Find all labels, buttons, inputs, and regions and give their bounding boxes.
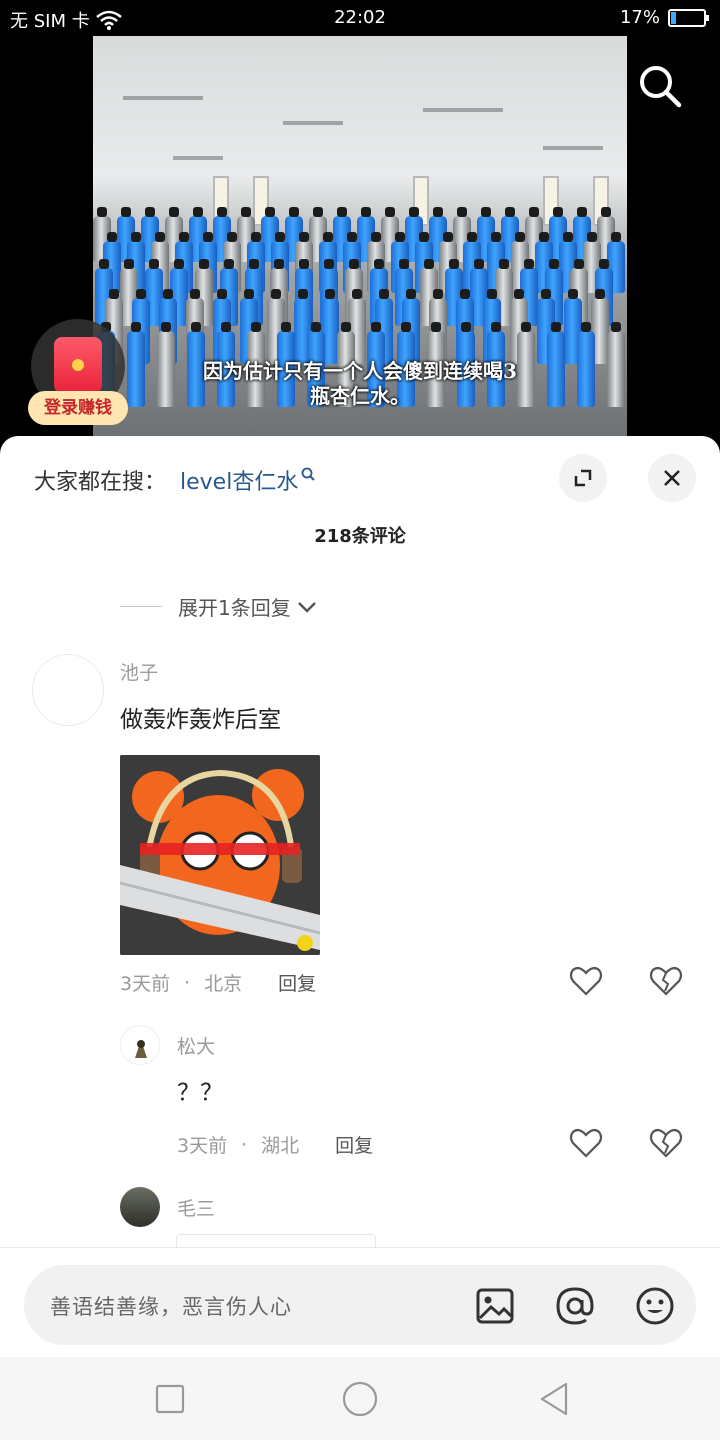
hot-search-link[interactable]: level杏仁水 (180, 464, 298, 496)
reply-button[interactable]: 回复 (278, 969, 316, 996)
like-heart-icon[interactable] (568, 1125, 604, 1161)
divider (120, 606, 162, 607)
promo-label: 登录赚钱 (28, 391, 128, 425)
expand-replies-label: 展开1条回复 (178, 596, 291, 620)
close-button[interactable] (648, 454, 696, 502)
comment-location: 北京 (204, 973, 243, 995)
meta-dot: · (184, 971, 191, 994)
close-icon (664, 470, 680, 486)
video-subtitle-line2: 瓶杏仁水。 (310, 384, 410, 408)
recent-apps-icon[interactable] (152, 1381, 188, 1417)
avatar[interactable] (32, 654, 104, 726)
expand-button[interactable] (559, 454, 607, 502)
hot-search-label: 大家都在搜： (34, 470, 167, 495)
avatar[interactable] (120, 1187, 160, 1227)
expand-icon (574, 469, 592, 487)
video-subtitle: 因为估计只有一个人会傻到连续喝3 (203, 359, 517, 383)
avatar[interactable] (120, 1025, 160, 1065)
system-nav-bar (0, 1357, 720, 1440)
red-envelope-icon (54, 337, 102, 393)
home-icon[interactable] (342, 1381, 378, 1417)
comment-location: 湖北 (261, 1135, 300, 1157)
comment-time: 3天前 (120, 973, 171, 995)
mention-icon[interactable] (554, 1285, 596, 1327)
comment-username[interactable]: 松大 (177, 1032, 215, 1059)
comment-input-bar: 善语结善缘，恶言伤人心 (0, 1247, 720, 1357)
comment-meta: 3天前 · 湖北 回复 (177, 1131, 373, 1158)
video-frame[interactable]: 因为估计只有一个人会傻到连续喝3 瓶杏仁水。 (93, 36, 627, 436)
comment-panel: 大家都在搜： level杏仁水 218条评论 展开1条回复 池子 做轰炸轰炸后室 (0, 436, 720, 1440)
comment-count: 218条评论 (314, 526, 406, 547)
comment-username[interactable]: 池子 (120, 658, 158, 685)
chevron-down-icon (297, 601, 316, 613)
status-bar: 无 SIM 卡 22:02 17% (0, 0, 720, 36)
like-heart-icon[interactable] (568, 963, 604, 999)
emoji-icon[interactable] (634, 1285, 676, 1327)
comment-image-partial[interactable] (176, 1234, 376, 1248)
comment-time: 3天前 (177, 1135, 228, 1157)
login-earn-promo[interactable]: 登录赚钱 (28, 319, 128, 429)
hot-search-row: 大家都在搜： level杏仁水 (34, 464, 316, 496)
search-small-icon (301, 467, 316, 481)
battery-percent: 17% (619, 7, 660, 28)
comment-sticker-image[interactable] (120, 755, 320, 955)
comment-meta: 3天前 · 北京 回复 (120, 969, 316, 996)
reply-button[interactable]: 回复 (335, 1131, 373, 1158)
comment-text: ？？ (177, 1080, 223, 1106)
battery-icon (668, 8, 709, 27)
search-icon[interactable] (638, 64, 682, 108)
input-placeholder: 善语结善缘，恶言伤人心 (50, 1295, 292, 1319)
comment-username[interactable]: 毛三 (177, 1194, 215, 1221)
video-player[interactable]: 因为估计只有一个人会傻到连续喝3 瓶杏仁水。 登录赚钱 (0, 36, 720, 436)
meta-dot: · (241, 1133, 248, 1156)
dislike-broken-heart-icon[interactable] (648, 1125, 684, 1161)
image-icon[interactable] (474, 1285, 516, 1327)
comment-input[interactable]: 善语结善缘，恶言伤人心 (24, 1265, 696, 1345)
clock: 22:02 (334, 7, 386, 28)
comment-text: 做轰炸轰炸后室 (120, 707, 281, 733)
dislike-broken-heart-icon[interactable] (648, 963, 684, 999)
back-icon[interactable] (536, 1381, 572, 1417)
expand-replies-button[interactable]: 展开1条回复 (120, 592, 319, 621)
